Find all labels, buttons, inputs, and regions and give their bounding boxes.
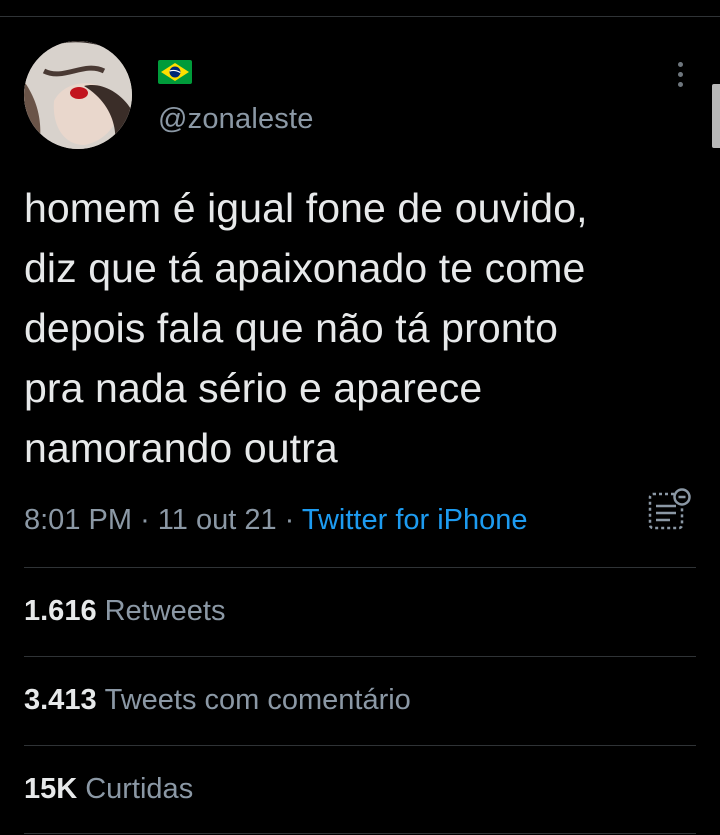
more-options-button[interactable] (668, 56, 692, 92)
analytics-icon[interactable] (646, 486, 694, 534)
tweet-date[interactable]: 11 out 21 (158, 504, 277, 536)
author-handle[interactable]: @zonaleste (158, 103, 314, 136)
likes-label: Curtidas (85, 773, 194, 805)
avatar[interactable] (24, 41, 132, 149)
likes-stat[interactable]: 15K Curtidas (24, 773, 193, 806)
meta-separator: · (140, 504, 150, 536)
stats-divider (24, 567, 696, 568)
likes-count: 15K (24, 773, 78, 805)
top-divider (0, 16, 720, 17)
tweet-time: 8:01 PM (24, 504, 132, 536)
meta-separator: · (284, 504, 295, 536)
stats-divider (24, 656, 696, 657)
tweet-meta: 8:01 PM · 11 out 21 · Twitter for iPhone (24, 504, 528, 537)
stats-divider (24, 833, 696, 834)
scrollbar-thumb[interactable] (712, 84, 720, 148)
retweets-stat[interactable]: 1.616 Retweets (24, 595, 225, 628)
brazil-flag-icon (158, 60, 192, 84)
more-icon (677, 61, 683, 67)
stats-divider (24, 745, 696, 746)
quote-tweets-label: Tweets com comentário (104, 684, 411, 716)
quote-tweets-stat[interactable]: 3.413 Tweets com comentário (24, 684, 411, 717)
retweets-label: Retweets (104, 595, 226, 627)
profile-photo (24, 41, 132, 149)
retweets-count: 1.616 (24, 595, 97, 627)
quote-tweets-count: 3.413 (24, 684, 97, 716)
tweet-text: homem é igual fone de ouvido, diz que tá… (24, 185, 588, 471)
tweet-source-link[interactable]: Twitter for iPhone (302, 504, 528, 536)
